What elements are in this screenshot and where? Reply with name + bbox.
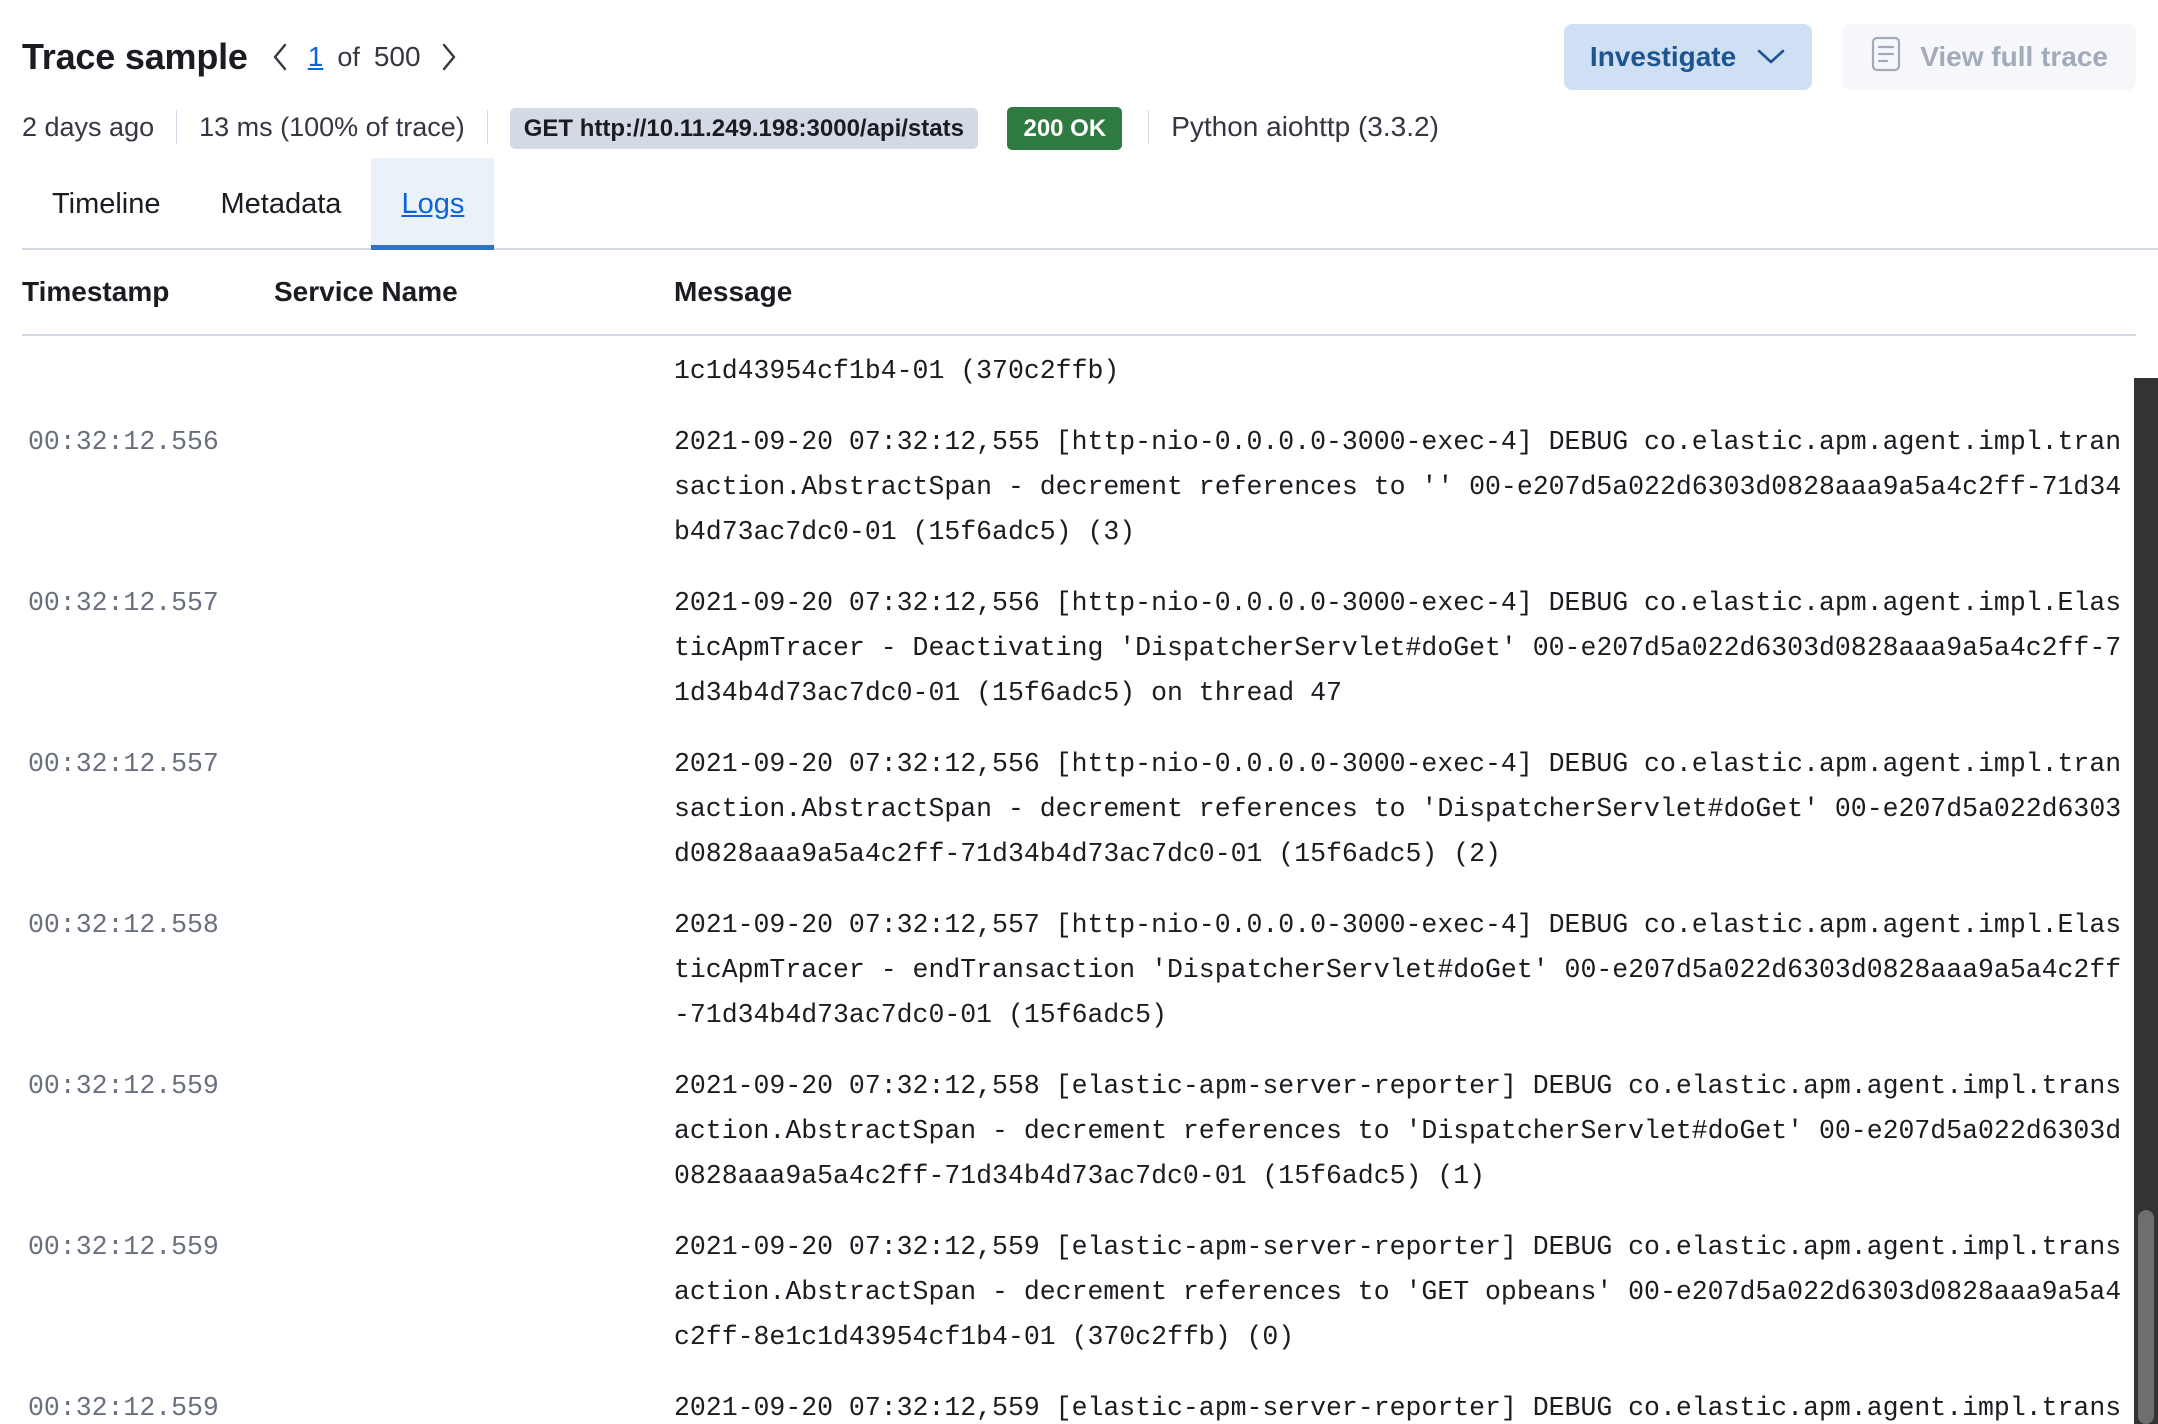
cell-service-name <box>274 1373 674 1399</box>
trace-duration: 13 ms (100% of trace) <box>199 111 465 142</box>
cell-message: 2021-09-20 07:32:12,556 [http-nio-0.0.0.… <box>674 749 2122 869</box>
cell-message: 2021-09-20 07:32:12,556 [http-nio-0.0.0.… <box>674 588 2122 708</box>
chevron-down-icon <box>1756 48 1786 66</box>
cell-service-name <box>274 407 674 433</box>
panel-header: Trace sample 1 of 500 Investigate View f… <box>0 0 2158 96</box>
cell-timestamp: 00:32:12.559 <box>28 1393 219 1423</box>
cell-message: 2021-09-20 07:32:12,555 [http-nio-0.0.0.… <box>674 427 2122 547</box>
cell-message: 1c1d43954cf1b4-01 (370c2ffb) <box>674 356 1120 386</box>
trace-pager: 1 of 500 <box>266 41 463 73</box>
document-icon <box>1870 35 1902 80</box>
vertical-scrollbar[interactable] <box>2134 378 2158 1424</box>
pager-total-pages: 500 <box>373 41 421 72</box>
view-full-trace-button[interactable]: View full trace <box>1842 24 2136 90</box>
cell-service-name <box>274 1212 674 1238</box>
table-header-row: Timestamp Service Name Message <box>22 250 2136 336</box>
request-url-badge: GET http://10.11.249.198:3000/api/stats <box>509 107 978 149</box>
table-row[interactable]: 00:32:12.558 2021-09-20 07:32:12,557 [ht… <box>22 890 2136 1051</box>
cell-timestamp: 00:32:12.556 <box>28 427 219 457</box>
cell-message: 2021-09-20 07:32:12,557 [http-nio-0.0.0.… <box>674 910 2122 1030</box>
trace-timestamp: 2 days ago <box>22 111 155 142</box>
table-row[interactable]: 00:32:12.559 2021-09-20 07:32:12,559 [el… <box>22 1373 2136 1424</box>
page-title: Trace sample <box>22 36 248 77</box>
cell-service-name <box>274 568 674 594</box>
column-header-service-name: Service Name <box>274 276 458 307</box>
cell-service-name <box>274 890 674 916</box>
tab-logs[interactable]: Logs <box>371 158 495 250</box>
pager-current-page[interactable]: 1 <box>308 41 324 73</box>
table-row[interactable]: 00:32:12.556 2021-09-20 07:32:12,555 [ht… <box>22 407 2136 568</box>
table-row[interactable]: 00:32:12.557 2021-09-20 07:32:12,556 [ht… <box>22 729 2136 890</box>
cell-service-name <box>274 336 674 362</box>
cell-timestamp: 00:32:12.557 <box>28 588 219 618</box>
cell-timestamp: 00:32:12.557 <box>28 749 219 779</box>
detail-tabs: Timeline Metadata Logs <box>0 158 2158 250</box>
cell-message: 2021-09-20 07:32:12,558 [elastic-apm-ser… <box>674 1071 2122 1191</box>
cell-timestamp: 00:32:12.559 <box>28 1232 219 1262</box>
tab-timeline[interactable]: Timeline <box>22 158 191 250</box>
view-full-trace-label: View full trace <box>1920 41 2108 72</box>
user-agent-label: Python aiohttp (3.3.2) <box>1171 111 1439 142</box>
cell-timestamp: 00:32:12.559 <box>28 1071 219 1101</box>
table-body[interactable]: 1c1d43954cf1b4-01 (370c2ffb) 00:32:12.55… <box>22 336 2136 1424</box>
status-badge: 200 OK <box>1007 106 1123 150</box>
chevron-right-icon[interactable] <box>435 42 463 72</box>
trace-meta-bar: 2 days ago 13 ms (100% of trace) GET htt… <box>0 96 2158 158</box>
column-header-message: Message <box>674 276 793 307</box>
cell-service-name <box>274 1051 674 1077</box>
investigate-button[interactable]: Investigate <box>1563 24 1813 90</box>
table-row[interactable]: 1c1d43954cf1b4-01 (370c2ffb) <box>22 336 2136 407</box>
header-actions: Investigate View full trace <box>1563 24 2136 90</box>
column-header-timestamp: Timestamp <box>22 276 170 307</box>
cell-message: 2021-09-20 07:32:12,559 [elastic-apm-ser… <box>674 1232 2122 1352</box>
investigate-label: Investigate <box>1589 41 1737 72</box>
cell-message: 2021-09-20 07:32:12,559 [elastic-apm-ser… <box>674 1393 2122 1423</box>
table-row[interactable]: 00:32:12.559 2021-09-20 07:32:12,559 [el… <box>22 1212 2136 1373</box>
tab-metadata[interactable]: Metadata <box>191 158 372 250</box>
cell-timestamp <box>22 336 274 362</box>
table-row[interactable]: 00:32:12.557 2021-09-20 07:32:12,556 [ht… <box>22 568 2136 729</box>
pager-of-label: of <box>337 41 360 72</box>
table-row[interactable]: 00:32:12.559 2021-09-20 07:32:12,558 [el… <box>22 1051 2136 1212</box>
chevron-left-icon[interactable] <box>266 42 294 72</box>
cell-service-name <box>274 729 674 755</box>
trace-sample-panel: Trace sample 1 of 500 Investigate View f… <box>0 0 2158 1424</box>
logs-table: Timestamp Service Name Message 1c1d43954… <box>0 250 2158 1424</box>
scrollbar-thumb[interactable] <box>2138 1210 2154 1424</box>
cell-timestamp: 00:32:12.558 <box>28 910 219 940</box>
